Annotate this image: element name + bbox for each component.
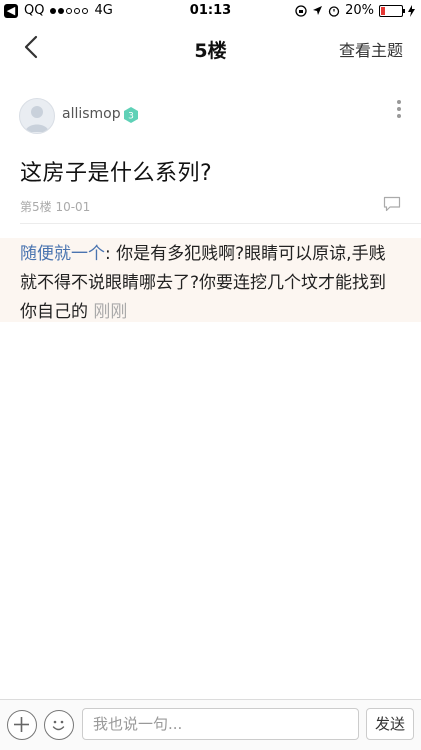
add-attachment-button[interactable] <box>7 710 37 740</box>
reply-input[interactable] <box>82 708 359 740</box>
username[interactable]: allismop <box>62 106 121 122</box>
default-avatar-icon <box>25 106 49 132</box>
post-meta: 第5楼 10-01 <box>20 200 91 214</box>
reply-item[interactable]: 随便就一个: 你是有多犯贱啊?眼睛可以原谅,手贱就不得不说眼睛哪去了?你要连挖几… <box>0 238 421 322</box>
status-bar: ◀ QQ 4G 01:13 20% <box>0 0 421 22</box>
alarm-icon <box>328 5 340 17</box>
plus-icon <box>14 717 29 732</box>
rotation-lock-icon <box>295 4 307 17</box>
location-arrow-icon <box>313 6 323 15</box>
avatar[interactable] <box>19 98 55 134</box>
more-options-icon[interactable] <box>396 100 402 124</box>
battery-percent: 20% <box>345 3 374 18</box>
post-title: 这房子是什么系列? <box>20 161 213 186</box>
reply-separator: : <box>105 244 111 264</box>
status-right: 20% <box>295 3 415 18</box>
bottom-input-bar: 发送 <box>0 699 421 750</box>
reply-time: 刚刚 <box>93 302 128 322</box>
comment-icon[interactable] <box>383 196 401 212</box>
battery-icon <box>379 4 405 17</box>
send-button[interactable]: 发送 <box>366 708 414 740</box>
battery-fill <box>381 6 385 15</box>
reply-username[interactable]: 随便就一个 <box>20 244 105 264</box>
post-header: allismop 3 <box>0 92 421 142</box>
smiley-icon <box>52 720 65 731</box>
emoji-button[interactable] <box>44 710 74 740</box>
charging-bolt-icon <box>408 4 415 17</box>
badge-level: 3 <box>128 112 134 122</box>
divider <box>20 223 421 224</box>
level-badge-icon: 3 <box>124 107 138 123</box>
reply-text-block: 随便就一个: 你是有多犯贱啊?眼睛可以原谅,手贱就不得不说眼睛哪去了?你要连挖几… <box>20 240 400 327</box>
nav-bar: 5楼 查看主题 <box>0 22 421 72</box>
view-topic-button[interactable]: 查看主题 <box>339 37 403 61</box>
